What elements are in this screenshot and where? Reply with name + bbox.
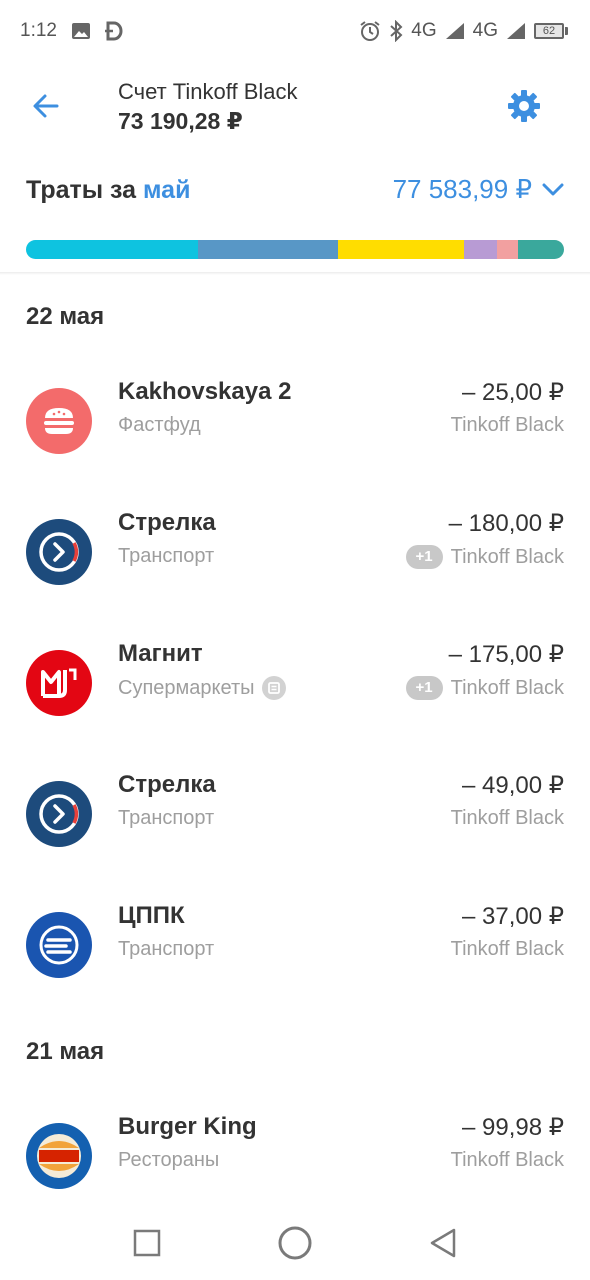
category-label: Транспорт	[118, 807, 215, 829]
spending-segment	[464, 240, 497, 259]
spending-segment	[338, 240, 465, 259]
card-label: Tinkoff Black	[450, 938, 564, 960]
spending-segment	[26, 240, 199, 259]
transaction-category: Фастфуд	[118, 414, 201, 437]
account-name: Счет Tinkoff Black	[118, 79, 298, 104]
strelka-icon	[26, 519, 92, 585]
transaction-amount: – 180,00 ₽	[448, 510, 564, 537]
settings-button[interactable]	[500, 82, 548, 130]
alarm-icon	[359, 20, 381, 42]
transaction-card: Tinkoff Black	[451, 414, 564, 437]
strelka-icon	[26, 781, 92, 847]
transaction-row[interactable]: Kakhovskaya 2 Фастфуд – 25,00 ₽ Tinkoff …	[0, 378, 590, 498]
spending-total: 77 583,99 ₽	[392, 174, 532, 204]
transaction-amount: – 49,00 ₽	[461, 772, 564, 799]
transaction-category: Супермаркеты	[118, 676, 287, 700]
transaction-row[interactable]: ЦППК Транспорт – 37,00 ₽ Tinkoff Black	[0, 902, 590, 1022]
spending-label: Траты за	[26, 176, 137, 204]
transaction-category: Транспорт	[118, 807, 214, 830]
transaction-amount: – 37,00 ₽	[461, 903, 564, 930]
recent-apps-icon[interactable]	[127, 1223, 167, 1263]
spending-segment	[198, 240, 339, 259]
back-arrow-icon	[33, 94, 59, 118]
d-app-icon	[104, 21, 123, 41]
back-nav-icon[interactable]	[423, 1223, 463, 1263]
card-label: Tinkoff Black	[450, 807, 564, 829]
transaction-card: Tinkoff Black	[451, 1149, 564, 1172]
merchant-name: Стрелка	[118, 509, 216, 536]
battery-level: 62	[534, 23, 564, 39]
gear-icon	[508, 90, 540, 122]
home-icon[interactable]	[275, 1223, 315, 1263]
spending-segment	[518, 240, 564, 259]
status-time: 1:12	[20, 20, 57, 41]
card-label: Tinkoff Black	[450, 545, 564, 568]
back-button[interactable]	[22, 82, 70, 130]
system-nav-bar	[0, 1205, 590, 1280]
category-label: Рестораны	[118, 1149, 220, 1171]
transaction-category: Транспорт	[118, 938, 214, 961]
transaction-category: Транспорт	[118, 545, 214, 568]
signal-icon	[506, 22, 526, 40]
transaction-row[interactable]: Стрелка Транспорт – 180,00 ₽ +1 Tinkoff …	[0, 509, 590, 629]
signal-icon	[445, 22, 465, 40]
transaction-amount: – 99,98 ₽	[461, 1114, 564, 1141]
card-label: Tinkoff Black	[450, 676, 564, 699]
transaction-amount: – 25,00 ₽	[461, 379, 564, 406]
network-label-1: 4G	[411, 20, 437, 41]
date-header: 21 мая	[26, 1038, 105, 1065]
card-label: Tinkoff Black	[450, 1149, 564, 1171]
merchant-name: Магнит	[118, 640, 203, 667]
image-icon	[71, 22, 91, 40]
account-header: Счет Tinkoff Black 73 190,28 ₽	[0, 62, 590, 152]
transaction-card: Tinkoff Black	[451, 807, 564, 830]
transaction-amount: – 175,00 ₽	[448, 641, 564, 668]
category-label: Супермаркеты	[118, 676, 255, 699]
transaction-card: +1 Tinkoff Black	[405, 545, 564, 569]
account-balance: 73 190,28 ₽	[118, 108, 243, 134]
spending-category-bar[interactable]	[26, 240, 564, 259]
category-label: Транспорт	[118, 938, 215, 960]
spending-month-selector[interactable]: май	[143, 176, 190, 204]
merchant-name: Burger King	[118, 1113, 257, 1140]
extra-cards-badge: +1	[405, 676, 443, 700]
cppk-icon	[26, 912, 92, 978]
extra-cards-badge: +1	[405, 545, 443, 569]
spending-segment	[496, 240, 519, 259]
status-right: 4G 4G 62	[359, 20, 568, 42]
merchant-name: Kakhovskaya 2	[118, 378, 292, 405]
transaction-category: Рестораны	[118, 1149, 219, 1172]
transaction-row[interactable]: Стрелка Транспорт – 49,00 ₽ Tinkoff Blac…	[0, 771, 590, 891]
burger-icon	[26, 388, 92, 454]
spending-total-toggle[interactable]: 77 583,99 ₽	[393, 174, 564, 205]
network-label-2: 4G	[472, 20, 498, 41]
merchant-name: Стрелка	[118, 771, 216, 798]
bluetooth-icon	[389, 20, 403, 42]
cashback-icon	[262, 676, 287, 700]
transaction-card: Tinkoff Black	[451, 938, 564, 961]
magnit-icon	[26, 650, 92, 716]
card-label: Tinkoff Black	[450, 414, 564, 436]
date-header: 22 мая	[26, 303, 105, 330]
chevron-down-icon	[542, 183, 564, 195]
merchant-name: ЦППК	[118, 902, 185, 929]
category-label: Фастфуд	[118, 414, 201, 436]
burger-king-icon	[26, 1123, 92, 1189]
battery-icon: 62	[534, 23, 568, 39]
status-left: 1:12	[20, 20, 123, 42]
status-bar: 1:12 4G 4G 62	[0, 0, 590, 62]
category-label: Транспорт	[118, 545, 215, 567]
spending-title: Траты за май	[26, 176, 190, 205]
transaction-row[interactable]: Магнит Супермаркеты – 175,00 ₽ +1 Tinkof…	[0, 640, 590, 760]
transaction-card: +1 Tinkoff Black	[405, 676, 564, 700]
battery-tip	[565, 27, 568, 35]
header-divider	[0, 272, 590, 275]
